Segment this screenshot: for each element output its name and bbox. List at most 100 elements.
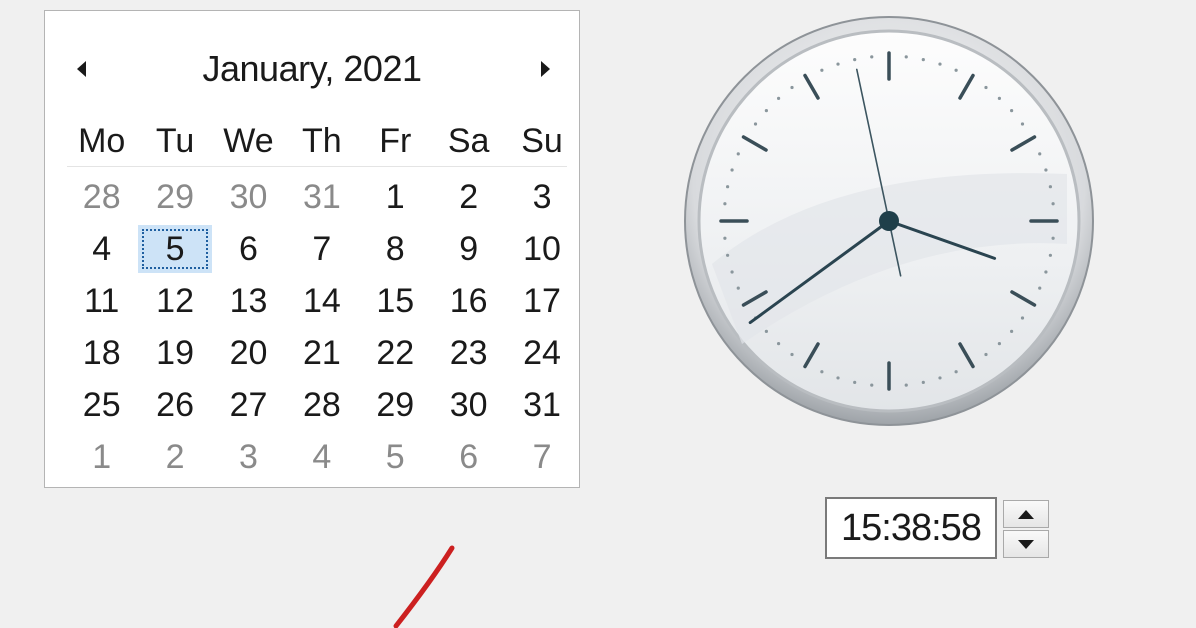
calendar-day[interactable]: 5 xyxy=(359,433,432,481)
calendar-day[interactable]: 1 xyxy=(359,173,432,221)
calendar-day[interactable]: 15 xyxy=(359,277,432,325)
minute-tick xyxy=(726,185,730,189)
minute-tick xyxy=(1044,270,1048,274)
minute-tick xyxy=(776,342,781,346)
minute-tick xyxy=(853,58,857,62)
calendar-day[interactable]: 6 xyxy=(212,225,285,273)
calendar-day[interactable]: 14 xyxy=(285,277,358,325)
minute-tick xyxy=(1048,253,1052,257)
calendar-day[interactable]: 7 xyxy=(285,225,358,273)
minute-tick xyxy=(836,62,840,66)
week-row: 25 26 27 28 29 30 31 xyxy=(65,381,579,429)
minute-tick xyxy=(736,286,740,290)
minute-tick xyxy=(954,68,958,72)
minute-tick xyxy=(1038,286,1042,290)
minute-tick xyxy=(1044,168,1048,172)
calendar-day[interactable]: 31 xyxy=(505,381,578,429)
week-row: 1 2 3 4 5 6 7 xyxy=(65,433,579,481)
minute-tick xyxy=(1051,202,1055,206)
minute-tick xyxy=(730,168,734,172)
calendar-day[interactable]: 30 xyxy=(432,381,505,429)
minute-tick xyxy=(904,55,908,59)
time-input[interactable]: 15:38:58 xyxy=(825,497,997,559)
weekday-label: Th xyxy=(302,122,342,160)
minute-tick xyxy=(853,380,857,384)
next-month-button[interactable] xyxy=(533,57,557,81)
minute-tick xyxy=(954,370,958,374)
calendar-day[interactable]: 9 xyxy=(432,225,505,273)
minute-tick xyxy=(997,342,1002,346)
calendar-day[interactable]: 17 xyxy=(505,277,578,325)
week-row: 4 5 6 7 8 9 10 xyxy=(65,225,579,273)
calendar-day[interactable]: 13 xyxy=(212,277,285,325)
weekday-label: Tu xyxy=(155,122,195,160)
calendar-day[interactable]: 24 xyxy=(505,329,578,377)
calendar-day[interactable]: 3 xyxy=(212,433,285,481)
calendar-day[interactable]: 29 xyxy=(138,173,211,221)
time-increment-button[interactable] xyxy=(1003,500,1049,528)
calendar-day[interactable]: 25 xyxy=(65,381,138,429)
minute-tick xyxy=(1038,152,1042,156)
calendar-day[interactable]: 12 xyxy=(138,277,211,325)
minute-tick xyxy=(984,85,988,90)
week-row: 18 19 20 21 22 23 24 xyxy=(65,329,579,377)
calendar-header: January, 2021 xyxy=(45,43,579,113)
clock-center-pin xyxy=(879,211,899,231)
time-spinner xyxy=(1003,500,1049,558)
minute-tick xyxy=(1048,185,1052,189)
chevron-up-icon xyxy=(1018,509,1034,519)
minute-tick xyxy=(984,352,988,357)
calendar-day[interactable]: 2 xyxy=(432,173,505,221)
calendar-day[interactable]: 31 xyxy=(285,173,358,221)
calendar-day[interactable]: 4 xyxy=(65,225,138,273)
calendar-day[interactable]: 30 xyxy=(212,173,285,221)
minute-tick xyxy=(736,152,740,156)
calendar-day[interactable]: 29 xyxy=(359,381,432,429)
calendar-day[interactable]: 20 xyxy=(212,329,285,377)
chevron-down-icon xyxy=(1018,539,1034,549)
calendar-day[interactable]: 6 xyxy=(432,433,505,481)
minute-tick xyxy=(730,270,734,274)
minute-tick xyxy=(997,96,1002,100)
month-calendar[interactable]: January, 2021 Mo Tu We Th Fr Sa Su 28 29… xyxy=(44,10,580,488)
calendar-day[interactable]: 22 xyxy=(359,329,432,377)
calendar-day[interactable]: 7 xyxy=(505,433,578,481)
calendar-day[interactable]: 2 xyxy=(138,433,211,481)
annotation-pen-stroke xyxy=(393,545,455,628)
calendar-day[interactable]: 18 xyxy=(65,329,138,377)
minute-tick xyxy=(776,96,781,100)
calendar-day[interactable]: 3 xyxy=(505,173,578,221)
minute-tick xyxy=(1010,108,1014,113)
arrow-right-icon xyxy=(540,61,550,77)
calendar-day[interactable]: 27 xyxy=(212,381,285,429)
analog-clock xyxy=(684,16,1094,426)
calendar-day[interactable]: 4 xyxy=(285,433,358,481)
calendar-day[interactable]: 26 xyxy=(138,381,211,429)
calendar-day[interactable]: 10 xyxy=(505,225,578,273)
month-title[interactable]: January, 2021 xyxy=(45,48,579,90)
time-decrement-button[interactable] xyxy=(1003,530,1049,558)
calendar-day-selected[interactable]: 5 xyxy=(138,225,212,273)
calendar-day[interactable]: 8 xyxy=(359,225,432,273)
minute-tick xyxy=(790,352,794,357)
minute-tick xyxy=(723,236,727,240)
minute-tick xyxy=(790,85,794,90)
minute-tick xyxy=(1020,316,1025,320)
calendar-day[interactable]: 28 xyxy=(65,173,138,221)
minute-tick xyxy=(836,376,840,380)
calendar-day[interactable]: 21 xyxy=(285,329,358,377)
calendar-day[interactable]: 1 xyxy=(65,433,138,481)
weekday-label: Su xyxy=(521,122,563,160)
calendar-day[interactable]: 23 xyxy=(432,329,505,377)
calendar-day[interactable]: 16 xyxy=(432,277,505,325)
minute-tick xyxy=(726,253,730,257)
minute-tick xyxy=(1020,122,1025,126)
minute-tick xyxy=(938,376,942,380)
weekday-divider xyxy=(67,166,567,167)
weekday-label: Sa xyxy=(447,122,490,160)
calendar-day[interactable]: 19 xyxy=(138,329,211,377)
calendar-day[interactable]: 28 xyxy=(285,381,358,429)
minute-tick xyxy=(921,58,925,62)
minute-tick xyxy=(820,68,824,72)
calendar-day[interactable]: 11 xyxy=(65,277,138,325)
